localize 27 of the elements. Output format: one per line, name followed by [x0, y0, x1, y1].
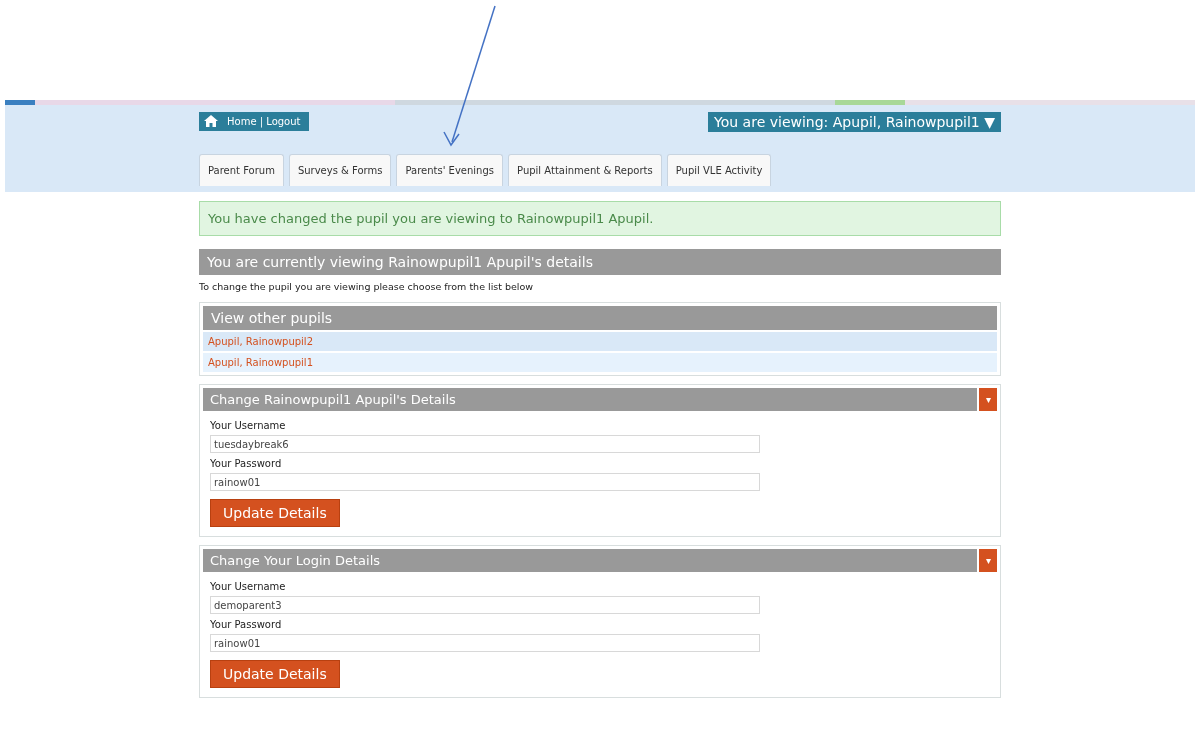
field-label: Your Password — [210, 458, 283, 469]
panel-title: View other pupils — [203, 306, 997, 330]
success-message: You have changed the pupil you are viewing to Rainowpupil1 Apupil. — [199, 201, 1001, 236]
nav-tab[interactable]: Parent Forum — [199, 154, 284, 186]
page-heading: You are currently viewing Rainowpupil1 Apupil's details — [199, 249, 1001, 275]
nav-tab[interactable]: Pupil Attainment & Reports — [508, 154, 662, 186]
input-field[interactable]: rainow01 — [210, 473, 760, 491]
field-label: Your Username — [210, 420, 287, 431]
collapse-toggle[interactable]: ▾ — [977, 549, 997, 572]
pupil-link[interactable]: Apupil, Rainowpupil1 — [203, 353, 997, 372]
input-field[interactable]: tuesdaybreak6 — [210, 435, 760, 453]
field-label: Your Username — [210, 581, 287, 592]
nav-tab[interactable]: Parents' Evenings — [396, 154, 504, 186]
collapse-toggle[interactable]: ▾ — [977, 388, 997, 411]
input-field[interactable]: demoparent3 — [210, 596, 760, 614]
update-details-button[interactable]: Update Details — [210, 660, 340, 688]
nav-tab[interactable]: Pupil VLE Activity — [666, 154, 772, 186]
viewing-pupil-dropdown[interactable]: You are viewing: Apupil, Rainowpupil1 ▼ — [708, 112, 1001, 132]
panel-title: Change Rainowpupil1 Apupil's Details — [209, 391, 457, 409]
nav-tab[interactable]: Surveys & Forms — [288, 154, 392, 186]
input-field[interactable]: rainow01 — [210, 634, 760, 652]
home-icon — [203, 114, 219, 128]
update-details-button[interactable]: Update Details — [210, 499, 340, 527]
field-label: Your Password — [210, 619, 283, 630]
home-logout-link[interactable]: Home | Logout — [199, 112, 309, 131]
panel-title: Change Your Login Details — [209, 552, 382, 570]
instruction-text: To change the pupil you are viewing please choose from the list below — [199, 281, 535, 292]
